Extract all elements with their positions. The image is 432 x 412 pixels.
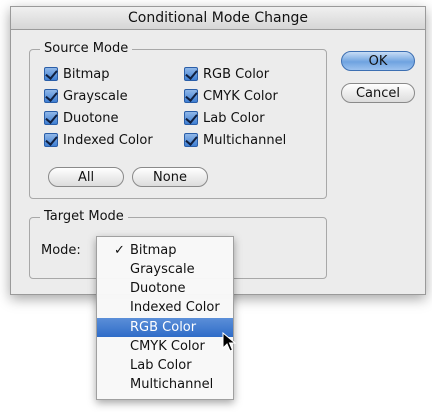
- checkbox-duotone[interactable]: Duotone: [44, 109, 119, 127]
- checkbox-checked-icon: [184, 89, 198, 103]
- checkmark-icon: ✓: [114, 243, 125, 258]
- menu-item-label: Multichannel: [130, 377, 214, 392]
- source-mode-title: Source Mode: [40, 41, 133, 56]
- menu-item-label: CMYK Color: [130, 339, 205, 354]
- checkbox-label: RGB Color: [203, 66, 270, 82]
- menu-item-duotone[interactable]: Duotone: [97, 279, 233, 298]
- checkbox-label: Indexed Color: [63, 132, 153, 148]
- menu-item-grayscale[interactable]: Grayscale: [97, 260, 233, 279]
- menu-item-indexed-color[interactable]: Indexed Color: [97, 298, 233, 317]
- mouse-pointer-icon: [222, 332, 236, 352]
- none-button[interactable]: None: [132, 167, 208, 187]
- menu-item-bitmap[interactable]: ✓ Bitmap: [97, 241, 233, 260]
- checkbox-checked-icon: [44, 133, 58, 147]
- checkbox-checked-icon: [184, 111, 198, 125]
- checkbox-label: Duotone: [63, 110, 119, 126]
- menu-item-label: RGB Color: [130, 320, 197, 335]
- checkbox-label: Lab Color: [203, 110, 265, 126]
- checkbox-label: Multichannel: [203, 132, 287, 148]
- checkbox-indexed-color[interactable]: Indexed Color: [44, 131, 153, 149]
- checkbox-checked-icon: [184, 133, 198, 147]
- checkbox-checked-icon: [44, 67, 58, 81]
- menu-item-multichannel[interactable]: Multichannel: [97, 375, 233, 394]
- mode-popup-menu: ✓ Bitmap Grayscale Duotone Indexed Color…: [96, 236, 234, 400]
- menu-item-label: Bitmap: [130, 243, 177, 258]
- checkbox-label: Bitmap: [63, 66, 110, 82]
- checkbox-grayscale[interactable]: Grayscale: [44, 87, 128, 105]
- menu-item-label: Indexed Color: [130, 300, 220, 315]
- checkbox-checked-icon: [44, 89, 58, 103]
- checkbox-checked-icon: [44, 111, 58, 125]
- checkbox-label: CMYK Color: [203, 88, 278, 104]
- menu-item-cmyk-color[interactable]: CMYK Color: [97, 337, 233, 356]
- checkbox-multichannel[interactable]: Multichannel: [184, 131, 286, 149]
- checkbox-label: Grayscale: [63, 88, 128, 104]
- menu-item-rgb-color[interactable]: RGB Color: [97, 318, 233, 337]
- ok-button[interactable]: OK: [341, 51, 415, 71]
- dialog-title: Conditional Mode Change: [11, 7, 425, 30]
- mode-label: Mode:: [41, 243, 81, 258]
- all-button[interactable]: All: [48, 167, 124, 187]
- menu-item-label: Lab Color: [130, 358, 192, 373]
- checkbox-rgb-color[interactable]: RGB Color: [184, 65, 269, 83]
- menu-item-label: Duotone: [130, 281, 186, 296]
- checkbox-cmyk-color[interactable]: CMYK Color: [184, 87, 278, 105]
- source-mode-group: Source Mode Bitmap Grayscale Duotone Ind…: [29, 41, 327, 199]
- target-mode-title: Target Mode: [40, 209, 128, 224]
- menu-item-label: Grayscale: [130, 262, 195, 277]
- menu-item-lab-color[interactable]: Lab Color: [97, 356, 233, 375]
- cancel-button[interactable]: Cancel: [341, 83, 415, 103]
- checkbox-checked-icon: [184, 67, 198, 81]
- checkbox-bitmap[interactable]: Bitmap: [44, 65, 110, 83]
- checkbox-lab-color[interactable]: Lab Color: [184, 109, 265, 127]
